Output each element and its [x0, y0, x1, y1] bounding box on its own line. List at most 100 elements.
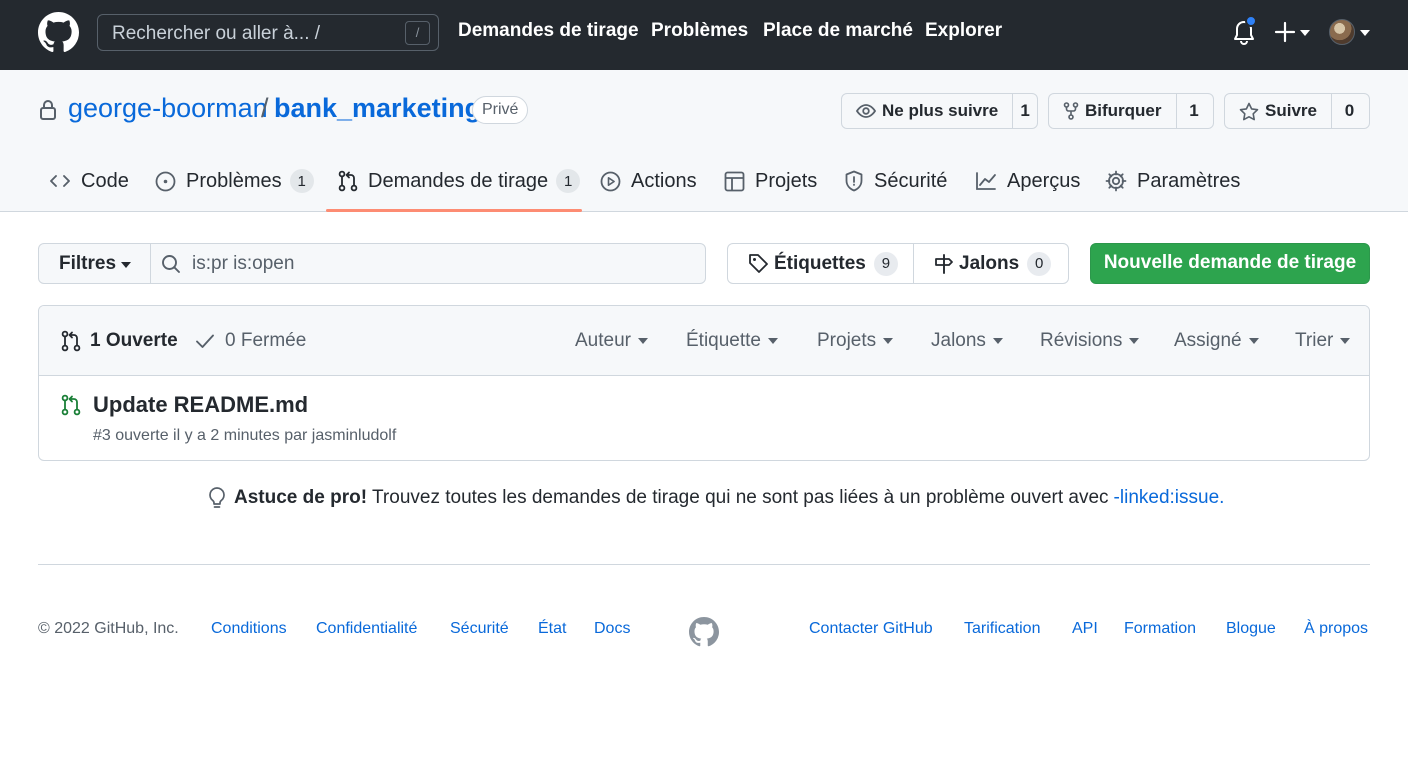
- tab-pull-requests-count: 1: [556, 169, 581, 193]
- author-filter-dropdown[interactable]: Auteur: [575, 330, 648, 352]
- label-filter-dropdown[interactable]: Étiquette: [686, 330, 778, 352]
- labels-count: 9: [873, 251, 898, 276]
- footer-link-terms[interactable]: Conditions: [211, 620, 287, 638]
- search-icon: [162, 255, 180, 273]
- footer-link-blog[interactable]: Blogue: [1226, 620, 1276, 638]
- pro-tip-heading: Astuce de pro!: [234, 487, 368, 508]
- filters-dropdown-button[interactable]: Filtres: [38, 243, 151, 284]
- notification-unread-dot: [1245, 15, 1257, 27]
- nav-marketplace[interactable]: Place de marché: [763, 20, 913, 42]
- sort-label: Trier: [1295, 330, 1334, 351]
- user-avatar[interactable]: [1329, 19, 1355, 45]
- new-pull-request-button[interactable]: Nouvelle demande de tirage: [1090, 243, 1370, 284]
- milestones-label: Jalons: [959, 252, 1020, 274]
- filters-caret-icon: [121, 262, 131, 268]
- footer-link-contact[interactable]: Contacter GitHub: [809, 620, 933, 638]
- closed-prs-tab[interactable]: 0 Fermée: [194, 330, 306, 352]
- footer-link-security[interactable]: Sécurité: [450, 620, 509, 638]
- assignee-filter-label: Assigné: [1174, 330, 1242, 351]
- author-filter-label: Auteur: [575, 330, 631, 351]
- label-caret-icon: [768, 338, 778, 344]
- milestones-caret-icon: [992, 338, 1003, 344]
- star-label: Suivre: [1265, 101, 1317, 120]
- pull-request-list: 1 Ouverte 0 Fermée Auteur Étiquette Proj…: [38, 305, 1370, 461]
- star-count[interactable]: 0: [1330, 94, 1367, 128]
- star-icon: [1239, 102, 1259, 120]
- reviews-filter-dropdown[interactable]: Révisions: [1040, 330, 1140, 352]
- play-icon: [600, 171, 621, 191]
- fork-count[interactable]: 1: [1175, 94, 1212, 128]
- milestone-icon: [935, 253, 953, 274]
- tab-security[interactable]: Sécurité: [844, 166, 947, 196]
- pull-request-meta: #3 ouverte il y a 2 minutes par jasminlu…: [93, 427, 397, 444]
- tab-issues-count: 1: [289, 169, 314, 193]
- footer-link-training[interactable]: Formation: [1124, 620, 1196, 638]
- tab-pull-requests-label: Demandes de tirage: [368, 169, 549, 192]
- tab-actions[interactable]: Actions: [600, 166, 697, 196]
- tab-actions-label: Actions: [631, 169, 697, 192]
- footer-link-docs[interactable]: Docs: [594, 620, 630, 638]
- pull-request-title-link[interactable]: Update README.md: [93, 392, 308, 418]
- nav-explore[interactable]: Explorer: [925, 20, 1002, 42]
- tab-settings-label: Paramètres: [1137, 169, 1241, 192]
- github-footer-logo-icon[interactable]: [689, 617, 719, 647]
- open-pull-request-icon: [61, 394, 81, 416]
- footer-copyright: © 2022 GitHub, Inc.: [38, 620, 179, 637]
- projects-filter-dropdown[interactable]: Projets: [817, 330, 894, 352]
- global-search-input[interactable]: Rechercher ou aller à... / /: [97, 14, 439, 51]
- tab-projects-label: Projets: [755, 169, 818, 192]
- watch-count[interactable]: 1: [1012, 94, 1037, 128]
- tab-issues[interactable]: Problèmes 1: [155, 166, 314, 196]
- watch-button-group: Ne plus suivre 1: [841, 93, 1038, 129]
- search-placeholder: Rechercher ou aller à... /: [112, 23, 321, 44]
- graph-icon: [976, 172, 996, 190]
- lightbulb-icon: [209, 487, 225, 508]
- footer-link-api[interactable]: API: [1072, 620, 1098, 638]
- closed-prs-label: 0 Fermée: [225, 330, 307, 351]
- footer-divider: [38, 564, 1370, 565]
- watch-button[interactable]: Ne plus suivre: [842, 94, 1012, 128]
- milestones-button[interactable]: Jalons 0: [934, 244, 1052, 283]
- shield-icon: [845, 170, 863, 192]
- tab-code-label: Code: [81, 169, 129, 192]
- star-button[interactable]: Suivre: [1225, 94, 1331, 128]
- filters-label: Filtres: [59, 253, 117, 274]
- footer-link-pricing[interactable]: Tarification: [964, 620, 1040, 638]
- pro-tip: Astuce de pro! Trouvez toutes les demand…: [206, 485, 1224, 511]
- repo-name-link[interactable]: bank_marketing: [274, 93, 481, 124]
- footer-link-about[interactable]: À propos: [1304, 620, 1368, 638]
- nav-issues[interactable]: Problèmes: [651, 20, 748, 42]
- eye-icon: [856, 104, 876, 118]
- labels-button[interactable]: Étiquettes 9: [748, 244, 898, 283]
- assignee-filter-dropdown[interactable]: Assigné: [1174, 330, 1259, 352]
- create-new-caret-icon[interactable]: [1300, 30, 1310, 36]
- repo-owner-link[interactable]: george-boorman: [68, 93, 268, 124]
- fork-button[interactable]: Bifurquer: [1049, 94, 1176, 128]
- open-prs-tab[interactable]: 1 Ouverte: [61, 330, 178, 352]
- milestones-filter-dropdown[interactable]: Jalons: [931, 330, 1003, 352]
- labels-milestones-group: Étiquettes 9 Jalons 0: [727, 243, 1069, 284]
- footer-link-privacy[interactable]: Confidentialité: [316, 620, 417, 638]
- watch-label: Ne plus suivre: [882, 101, 999, 120]
- sort-dropdown[interactable]: Trier: [1295, 330, 1351, 352]
- tab-insights[interactable]: Aperçus: [975, 166, 1080, 196]
- code-icon: [50, 175, 70, 187]
- tab-settings[interactable]: Paramètres: [1105, 166, 1240, 196]
- tab-pull-requests[interactable]: Demandes de tirage 1: [338, 166, 581, 196]
- user-menu-caret-icon[interactable]: [1360, 30, 1370, 36]
- create-new-plus-icon[interactable]: [1274, 21, 1296, 43]
- visibility-badge: Privé: [472, 96, 529, 124]
- lock-icon: [40, 100, 56, 120]
- group-divider: [913, 244, 914, 283]
- tab-projects[interactable]: Projets: [724, 166, 817, 196]
- pull-request-icon: [61, 330, 81, 352]
- project-table-icon: [724, 171, 745, 191]
- projects-caret-icon: [883, 338, 894, 344]
- nav-pull-requests[interactable]: Demandes de tirage: [458, 20, 639, 42]
- pr-search-input[interactable]: is:pr is:open: [150, 243, 706, 284]
- github-logo-icon[interactable]: [38, 12, 79, 53]
- tab-code[interactable]: Code: [49, 166, 129, 196]
- pro-tip-query-link[interactable]: -linked:issue.: [1114, 487, 1225, 509]
- footer-link-status[interactable]: État: [538, 620, 566, 638]
- reviews-caret-icon: [1129, 338, 1140, 344]
